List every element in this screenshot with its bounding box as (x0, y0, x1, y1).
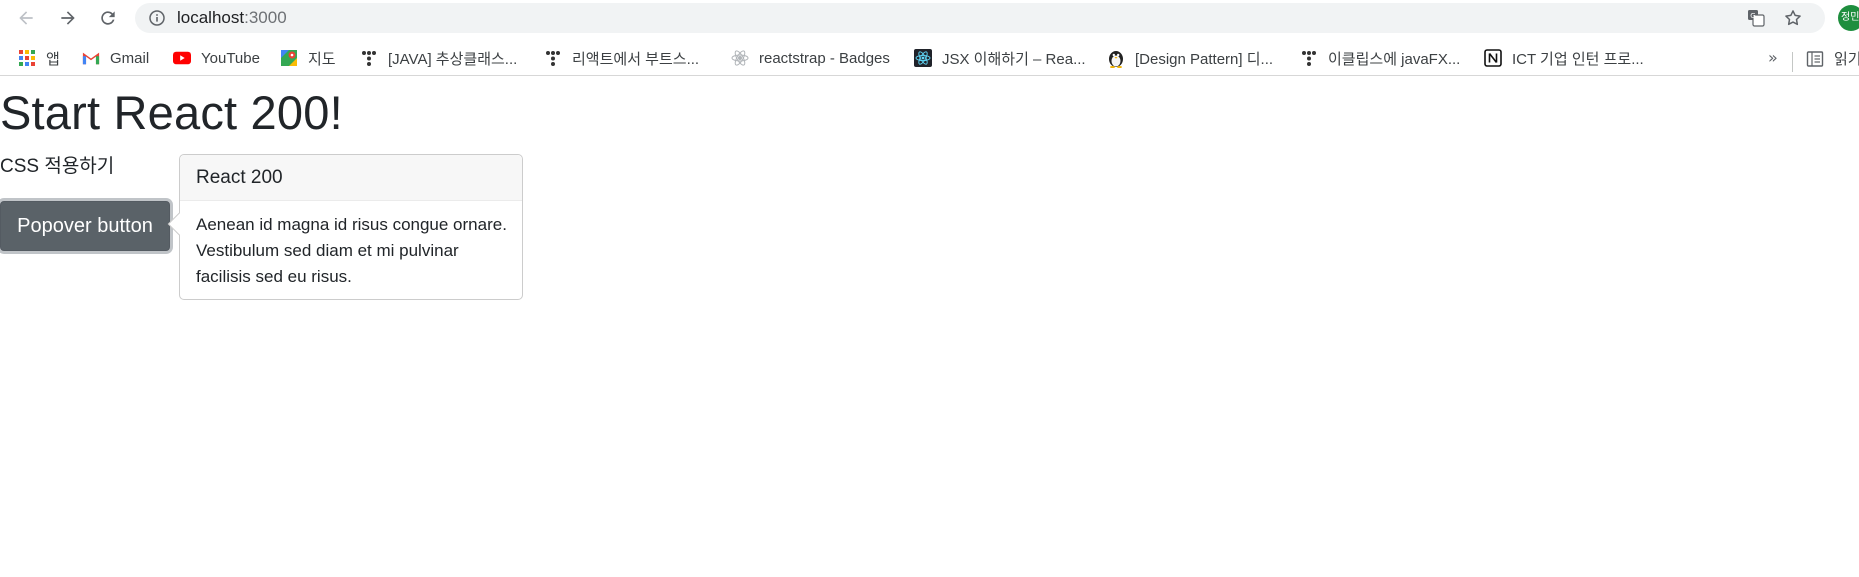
tistory-icon (544, 49, 562, 67)
forward-button[interactable] (56, 6, 80, 30)
tistory-icon (360, 49, 378, 67)
info-icon (149, 10, 165, 26)
bookmark-label: Gmail (110, 49, 150, 67)
bookmarks-bar: 앱 Gmail YouTube 지도 [JAVA] 추상클래스... 리액트에서… (0, 40, 1859, 76)
bookmark-label: 리액트에서 부트스... (572, 50, 700, 68)
gmail-icon (82, 49, 100, 67)
reload-button[interactable] (96, 6, 120, 30)
bookmark-java-abstract[interactable]: [JAVA] 추상클래스... (360, 48, 517, 68)
popover-button[interactable]: Popover button (0, 201, 170, 251)
react-icon (731, 49, 749, 67)
arrow-left-icon (19, 11, 33, 25)
bookmark-youtube[interactable]: YouTube (173, 48, 260, 68)
translate-icon[interactable]: G (1747, 9, 1765, 27)
bookmark-label: YouTube (201, 49, 260, 67)
bookmark-maps[interactable]: 지도 (280, 48, 336, 68)
popover-header: React 200 (180, 155, 522, 201)
bookmark-reactstrap-badges[interactable]: reactstrap - Badges (731, 48, 890, 68)
bookmark-label: 지도 (308, 50, 336, 68)
url-text[interactable]: localhost:3000 (177, 8, 287, 28)
bookmark-label: 이클립스에 javaFX... (1328, 50, 1461, 68)
profile-avatar[interactable]: 정민 (1838, 5, 1859, 31)
url-port: :3000 (244, 8, 287, 27)
arrow-right-icon (61, 11, 75, 25)
bookmark-jsx[interactable]: JSX 이해하기 – Rea... (914, 48, 1086, 68)
maps-icon (280, 49, 298, 67)
bookmark-label: [JAVA] 추상클래스... (388, 50, 518, 68)
notion-icon (1484, 49, 1502, 67)
apps-grid-icon (18, 49, 36, 67)
bookmarks-more-button[interactable]: » (1768, 48, 1778, 67)
youtube-icon (173, 49, 191, 67)
bookmark-apps[interactable]: 앱 (18, 48, 60, 68)
penguin-icon (1107, 49, 1125, 68)
reload-icon (101, 11, 115, 25)
bookmark-label: reactstrap - Badges (759, 49, 890, 67)
page-title: Start React 200! (0, 86, 343, 139)
bookmark-eclipse-javafx[interactable]: 이클립스에 javaFX... (1300, 48, 1460, 68)
bookmark-react-bootstrap[interactable]: 리액트에서 부트스... (544, 48, 699, 68)
bookmark-gmail[interactable]: Gmail (82, 48, 149, 68)
bookmark-label: ICT 기업 인턴 프로... (1512, 50, 1644, 68)
bookmarks-separator (1792, 52, 1793, 72)
address-bar[interactable]: localhost:3000 G (135, 3, 1825, 33)
bookmark-design-pattern[interactable]: [Design Pattern] 디... (1107, 48, 1273, 68)
popover-body: Aenean id magna id risus congue ornare. … (196, 215, 507, 286)
reading-list-button[interactable]: 읽기 (1806, 48, 1859, 69)
popover-arrow (167, 212, 191, 236)
browser-toolbar: localhost:3000 G 정민 (0, 0, 1859, 36)
popover: React 200 Aenean id magna id risus congu… (167, 154, 523, 300)
bookmark-label: 앱 (46, 50, 60, 68)
reading-list-icon (1806, 50, 1824, 67)
reading-list-label: 읽기 (1834, 51, 1859, 68)
url-host: localhost (177, 8, 245, 27)
bookmark-ict-intern[interactable]: ICT 기업 인턴 프로... (1484, 48, 1644, 68)
svg-text:G: G (1750, 12, 1755, 20)
tistory-icon (1300, 49, 1318, 67)
react-dark-icon (914, 49, 932, 67)
bookmark-label: [Design Pattern] 디... (1135, 50, 1274, 68)
bookmark-label: JSX 이해하기 – Rea... (942, 50, 1086, 68)
page-subtitle: CSS 적용하기 (0, 156, 115, 177)
bookmark-star-icon[interactable] (1783, 8, 1803, 28)
page-content: Start React 200! CSS 적용하기 Popover button… (0, 77, 1859, 577)
back-button[interactable] (14, 6, 38, 30)
